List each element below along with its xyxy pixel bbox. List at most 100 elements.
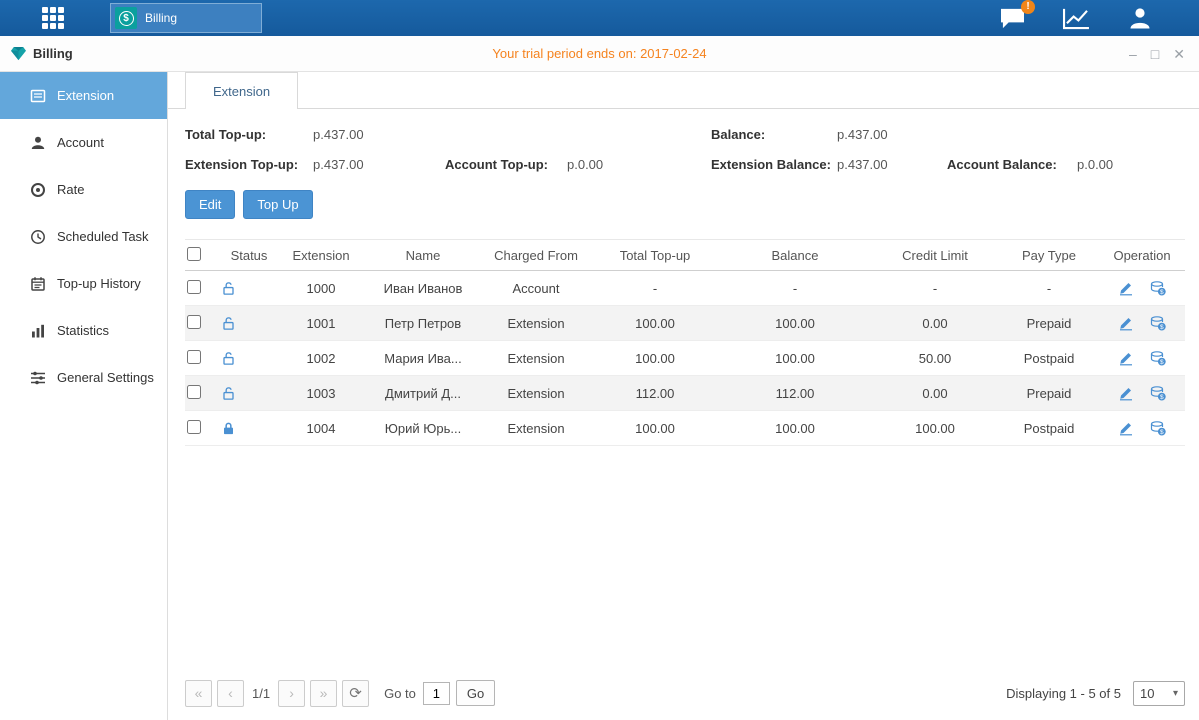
window-title: Billing xyxy=(33,46,73,61)
row-checkbox[interactable] xyxy=(187,385,201,399)
select-all-checkbox[interactable] xyxy=(187,247,201,261)
row-checkbox[interactable] xyxy=(187,315,201,329)
table-row: 1000 Иван Иванов Account - - - - $ xyxy=(185,271,1185,306)
sidebar-item-general-settings[interactable]: General Settings xyxy=(0,354,167,401)
header-balance: Balance xyxy=(719,248,871,263)
account-icon xyxy=(30,135,46,151)
sidebar-item-label: Scheduled Task xyxy=(57,229,149,244)
sliders-icon xyxy=(30,370,46,386)
cell-credit-limit: 0.00 xyxy=(871,386,999,401)
cell-extension: 1000 xyxy=(277,281,365,296)
sidebar-item-scheduled-task[interactable]: Scheduled Task xyxy=(0,213,167,260)
minimize-icon[interactable]: – xyxy=(1129,47,1137,61)
sidebar: Extension Account Rate Scheduled Task To… xyxy=(0,72,168,720)
extension-balance-value: p.437.00 xyxy=(837,157,947,172)
sidebar-item-rate[interactable]: Rate xyxy=(0,166,167,213)
close-icon[interactable]: ✕ xyxy=(1173,47,1185,61)
user-icon[interactable] xyxy=(1127,5,1153,31)
sidebar-item-account[interactable]: Account xyxy=(0,119,167,166)
sidebar-item-label: Account xyxy=(57,135,104,150)
edit-pencil-icon[interactable] xyxy=(1118,385,1134,401)
go-button[interactable]: Go xyxy=(456,680,495,706)
total-topup-value: p.437.00 xyxy=(313,127,445,142)
total-topup-label: Total Top-up: xyxy=(185,127,313,142)
sidebar-item-statistics[interactable]: Statistics xyxy=(0,307,167,354)
notification-badge: ! xyxy=(1021,0,1035,14)
last-page-button[interactable]: » xyxy=(310,680,337,707)
edit-pencil-icon[interactable] xyxy=(1118,280,1134,296)
cell-credit-limit: 100.00 xyxy=(871,421,999,436)
cell-balance: - xyxy=(719,281,871,296)
svg-text:$: $ xyxy=(1160,289,1164,296)
refresh-icon[interactable]: ⟳ xyxy=(342,680,369,707)
svg-text:$: $ xyxy=(1160,429,1164,436)
svg-text:$: $ xyxy=(1160,324,1164,331)
status-lock-icon xyxy=(221,386,277,401)
sidebar-item-topup-history[interactable]: Top-up History xyxy=(0,260,167,307)
cell-total-topup: 100.00 xyxy=(591,421,719,436)
top-up-coins-icon[interactable]: $ xyxy=(1150,280,1166,296)
row-checkbox[interactable] xyxy=(187,350,201,364)
main-panel: Extension Total Top-up: p.437.00 Balance… xyxy=(168,72,1199,720)
apps-grid-icon[interactable] xyxy=(42,7,64,29)
balance-label: Balance: xyxy=(711,127,837,142)
account-topup-value: p.0.00 xyxy=(567,157,711,172)
edit-pencil-icon[interactable] xyxy=(1118,315,1134,331)
page-indicator: 1/1 xyxy=(252,686,270,701)
top-up-coins-icon[interactable]: $ xyxy=(1150,385,1166,401)
prev-page-button[interactable]: ‹ xyxy=(217,680,244,707)
page-size-select[interactable]: 10 ▾ xyxy=(1133,681,1185,706)
svg-text:$: $ xyxy=(1160,394,1164,401)
top-up-coins-icon[interactable]: $ xyxy=(1150,315,1166,331)
top-up-coins-icon[interactable]: $ xyxy=(1150,350,1166,366)
edit-button[interactable]: Edit xyxy=(185,190,235,219)
next-page-button[interactable]: › xyxy=(278,680,305,707)
extension-balance-label: Extension Balance: xyxy=(711,157,837,172)
cell-pay-type: Prepaid xyxy=(999,316,1099,331)
cell-pay-type: - xyxy=(999,281,1099,296)
topbar-tab-billing[interactable]: $ Billing xyxy=(110,3,262,33)
balance-value: p.437.00 xyxy=(837,127,947,142)
maximize-icon[interactable]: □ xyxy=(1151,47,1159,61)
cell-credit-limit: - xyxy=(871,281,999,296)
extension-topup-label: Extension Top-up: xyxy=(185,157,313,172)
goto-label: Go to xyxy=(384,686,416,701)
top-up-coins-icon[interactable]: $ xyxy=(1150,420,1166,436)
top-up-button[interactable]: Top Up xyxy=(243,190,312,219)
status-lock-icon xyxy=(221,281,277,296)
svg-text:$: $ xyxy=(1160,359,1164,366)
extension-icon xyxy=(30,88,46,104)
topbar: $ Billing ! xyxy=(0,0,1199,36)
cell-balance: 100.00 xyxy=(719,316,871,331)
window-controls: – □ ✕ xyxy=(1129,47,1185,61)
cell-extension: 1001 xyxy=(277,316,365,331)
clock-icon xyxy=(30,229,46,245)
table-body: 1000 Иван Иванов Account - - - - $ xyxy=(185,271,1185,446)
cell-credit-limit: 50.00 xyxy=(871,351,999,366)
edit-pencil-icon[interactable] xyxy=(1118,420,1134,436)
calendar-icon xyxy=(30,276,46,292)
first-page-button[interactable]: « xyxy=(185,680,212,707)
cell-charged-from: Extension xyxy=(481,386,591,401)
cell-total-topup: 100.00 xyxy=(591,316,719,331)
tabbar: Extension xyxy=(168,72,1199,109)
account-balance-value: p.0.00 xyxy=(1077,157,1113,172)
sidebar-item-label: Rate xyxy=(57,182,84,197)
chat-icon[interactable]: ! xyxy=(999,7,1026,30)
cell-pay-type: Postpaid xyxy=(999,351,1099,366)
sidebar-item-extension[interactable]: Extension xyxy=(0,72,167,119)
goto-page-input[interactable] xyxy=(423,682,450,705)
status-lock-icon xyxy=(221,351,277,366)
cell-pay-type: Postpaid xyxy=(999,421,1099,436)
extension-table: Status Extension Name Charged From Total… xyxy=(185,239,1185,446)
row-checkbox[interactable] xyxy=(187,280,201,294)
row-checkbox[interactable] xyxy=(187,420,201,434)
cell-total-topup: 112.00 xyxy=(591,386,719,401)
chart-icon[interactable] xyxy=(1062,7,1091,30)
edit-pencil-icon[interactable] xyxy=(1118,350,1134,366)
tab-extension[interactable]: Extension xyxy=(185,72,298,109)
chevron-down-icon: ▾ xyxy=(1173,688,1178,699)
cell-charged-from: Extension xyxy=(481,316,591,331)
sidebar-item-label: Top-up History xyxy=(57,276,141,291)
action-buttons: Edit Top Up xyxy=(168,187,1199,219)
